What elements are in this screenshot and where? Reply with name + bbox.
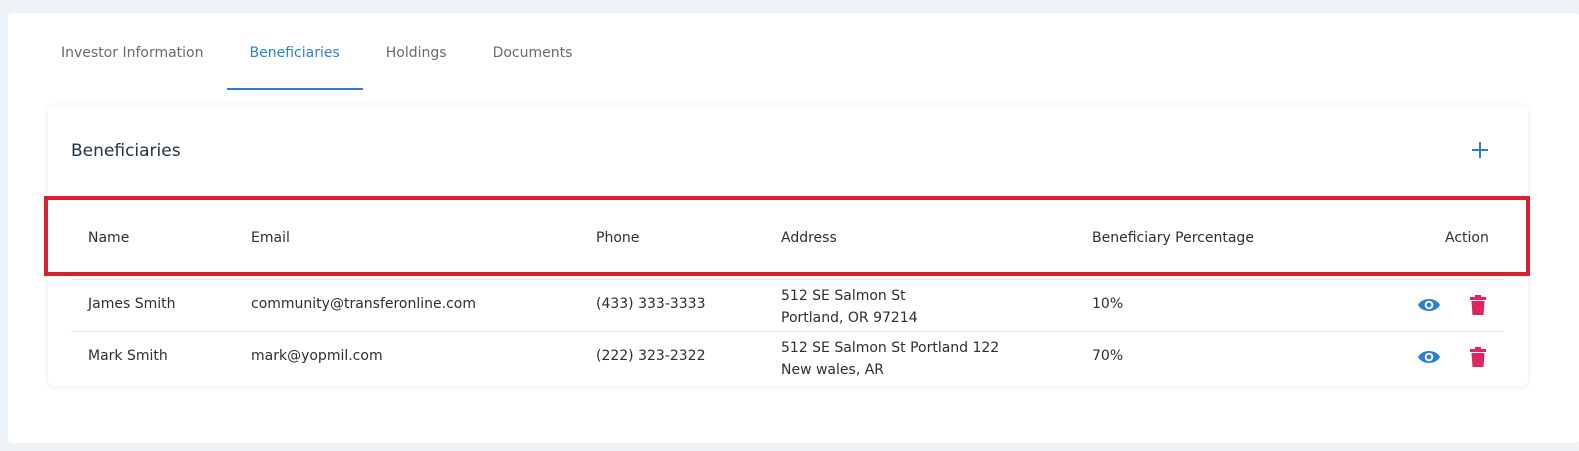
tab-investor-information[interactable]: Investor Information bbox=[38, 13, 227, 90]
table-row: Mark Smith mark@yopmil.com (222) 323-232… bbox=[71, 332, 1504, 383]
trash-icon bbox=[1470, 295, 1486, 315]
cell-address: 512 SE Salmon St Portland 122 New wales,… bbox=[781, 337, 999, 381]
add-beneficiary-button[interactable] bbox=[1468, 138, 1492, 162]
beneficiaries-card: Beneficiaries Name Email Phone Address B… bbox=[48, 105, 1528, 386]
tab-beneficiaries[interactable]: Beneficiaries bbox=[226, 13, 364, 90]
cell-email: community@transferonline.com bbox=[251, 296, 476, 312]
card-title: Beneficiaries bbox=[71, 141, 181, 161]
delete-button[interactable] bbox=[1469, 294, 1487, 316]
column-header-name: Name bbox=[88, 230, 130, 246]
column-header-beneficiary-percentage: Beneficiary Percentage bbox=[1092, 230, 1254, 246]
trash-icon bbox=[1470, 347, 1486, 367]
cell-percentage: 70% bbox=[1092, 348, 1124, 364]
cell-address: 512 SE Salmon St Portland, OR 97214 bbox=[781, 285, 918, 329]
cell-phone: (433) 333-3333 bbox=[596, 296, 706, 312]
cell-email: mark@yopmil.com bbox=[251, 348, 383, 364]
address-line-1: 512 SE Salmon St bbox=[781, 288, 906, 304]
table-row: James Smith community@transferonline.com… bbox=[71, 280, 1504, 331]
tab-documents[interactable]: Documents bbox=[470, 13, 596, 90]
delete-button[interactable] bbox=[1469, 346, 1487, 368]
tab-holdings[interactable]: Holdings bbox=[363, 13, 470, 90]
tab-bar: Investor Information Beneficiaries Holdi… bbox=[38, 13, 595, 90]
cell-phone: (222) 323-2322 bbox=[596, 348, 706, 364]
plus-icon bbox=[1472, 142, 1488, 158]
column-header-address: Address bbox=[781, 230, 837, 246]
cell-percentage: 10% bbox=[1092, 296, 1124, 312]
cell-name: Mark Smith bbox=[88, 348, 168, 364]
eye-icon bbox=[1418, 299, 1440, 311]
view-button[interactable] bbox=[1417, 294, 1441, 316]
cell-name: James Smith bbox=[88, 296, 176, 312]
view-button[interactable] bbox=[1417, 346, 1441, 368]
address-line-2: New wales, AR bbox=[781, 362, 885, 378]
address-line-2: Portland, OR 97214 bbox=[781, 310, 918, 326]
eye-icon bbox=[1418, 351, 1440, 363]
column-header-email: Email bbox=[251, 230, 290, 246]
address-line-1: 512 SE Salmon St Portland 122 bbox=[781, 340, 1000, 356]
column-header-phone: Phone bbox=[596, 230, 640, 246]
column-header-action: Action bbox=[1445, 230, 1489, 246]
content-panel: Investor Information Beneficiaries Holdi… bbox=[8, 13, 1579, 443]
